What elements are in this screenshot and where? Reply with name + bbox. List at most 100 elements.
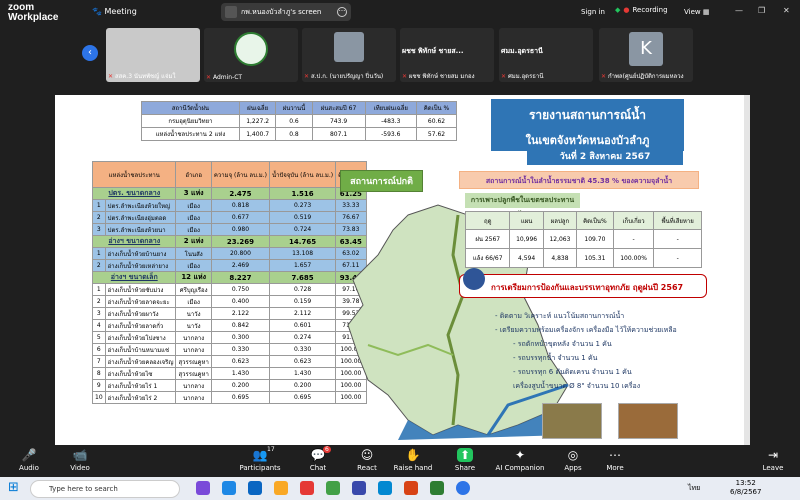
table-cell: อ่างเก็บน้ำบ้านหนามแช่ <box>104 343 177 356</box>
participant-tile[interactable]: ✕ ส.ป.ก. (นายปรัญญา ปิ่นวัน) <box>302 28 396 82</box>
table-cell: อ่างเก็บน้ำห้วยไร่ 1 <box>104 379 177 392</box>
header-cell: พื้นที่เสียหาย <box>653 211 702 230</box>
table-cell: 2 <box>92 295 106 308</box>
table-cell: อ่างเก็บน้ำห้วยผาวัง <box>104 307 177 320</box>
prep-line: - รถบรรทุก 6 ตันติดเครน จำนวน 1 คัน <box>513 368 632 376</box>
table-cell: 2 <box>92 211 106 224</box>
count-badge: 17 <box>267 446 275 453</box>
table-cell: อ่างเก็บน้ำห้วยบ้านยาง <box>104 247 177 260</box>
recording-indicator[interactable]: ◆ ● Recording <box>615 6 668 14</box>
toolbar-more[interactable]: ⋯ More <box>590 448 640 472</box>
taskbar-clock[interactable]: 13:52 6/8/2567 <box>730 479 761 497</box>
restore-icon[interactable]: ❐ <box>758 6 765 15</box>
gear-hand-icon <box>463 268 485 290</box>
toolbar-label: Participants <box>239 464 281 472</box>
table-cell: อ่างเก็บน้ำห้วยไซ <box>104 367 177 380</box>
view-button[interactable]: View ▦ <box>684 8 709 16</box>
app-icon[interactable] <box>378 481 392 495</box>
table-row: อ่างฯ ขนาดเล็ก 12 แห่ง 8.227 7.685 93.41 <box>91 271 367 284</box>
table-cell: 109.70 <box>576 229 614 249</box>
table-row: 2 อ่างเก็บน้ำห้วยลาดจะยะ เมือง 0.400 0.159 39… <box>92 295 367 308</box>
more-options-icon[interactable]: ··· <box>337 7 347 17</box>
header-cell: เก็บเกี่ยว <box>612 211 655 230</box>
minimize-icon[interactable]: — <box>735 6 743 15</box>
toolbar-video[interactable]: 📹 Video <box>55 448 105 472</box>
table-cell: 0.623 <box>268 355 337 368</box>
toolbar-participants[interactable]: 👥 Participants 17 <box>235 446 285 472</box>
table-cell: 0.818 <box>210 199 271 212</box>
lang-indicator[interactable]: ไทย <box>688 483 700 494</box>
participant-tile[interactable]: ✕ Admin-CT <box>204 28 298 82</box>
powerpoint-icon[interactable] <box>404 481 418 495</box>
teams-icon[interactable] <box>352 481 366 495</box>
toolbar-share[interactable]: ⬆ Share <box>440 448 490 472</box>
participant-label: ✕ ผชช พิทักษ์ ชายสม มกอง <box>402 71 475 81</box>
folder-icon[interactable] <box>274 481 288 495</box>
share-icon: ⬆ <box>457 448 473 462</box>
truck-photo <box>618 403 678 439</box>
table-cell: 13.108 <box>268 247 337 260</box>
shared-screen: สถานีวัดน้ำฝน ฝนเฉลี่ย ฝนวานนี้ ฝนสะสมปี 67… <box>55 95 745 445</box>
share-title-pill[interactable]: กพ.หนองบัวลำภู's screen ··· <box>221 3 351 21</box>
table-row: 5 อ่างเก็บน้ำห้วยโปงซาง นากลาง 0.300 0.274 91… <box>92 331 367 344</box>
edge-icon[interactable] <box>222 481 236 495</box>
share-badge-icon <box>225 6 237 18</box>
participant-tile[interactable]: ✕ สสค.3 นันทพัชญ์ แจ่มใ <box>106 28 200 82</box>
prep-line: เครื่องสูบน้ำขนาด Ø 8" จำนวน 10 เครื่อง <box>513 382 641 390</box>
table-cell: ฝน 2567 <box>464 229 511 249</box>
sign-in-link[interactable]: Sign in <box>581 8 605 16</box>
mic-off-icon: ✕ <box>304 73 310 80</box>
shield-icon: ◆ <box>615 6 621 14</box>
table-cell: 2.112 <box>268 307 337 320</box>
toolbar-label: Apps <box>564 464 582 472</box>
report-date: วันที่ 2 สิงหาคม 2567 <box>527 149 683 165</box>
table-cell: 743.9 <box>311 114 366 128</box>
table-cell: 100.00% <box>612 248 655 268</box>
camera-icon: 📹 <box>72 448 88 462</box>
participant-tile[interactable]: ผชช พิทักษ์ ชายส... ✕ ผชช พิทักษ์ ชายสม ม… <box>400 28 494 82</box>
table-row: 8 อ่างเก็บน้ำห้วยไซ สุวรรณคูหา 1.430 1.430 10… <box>92 367 367 380</box>
rain-table: สถานีวัดน้ำฝน ฝนเฉลี่ย ฝนวานนี้ ฝนสะสมปี 67… <box>141 101 457 141</box>
mic-off-icon: ✕ <box>501 73 507 80</box>
table-row: 1 อ่างเก็บน้ำห้วยบ้านยาง โนนสัง 20.800 13.10… <box>92 247 367 260</box>
taskview-icon[interactable] <box>196 481 210 495</box>
storage-banner: สถานการณ์น้ำในลำน้ำธรรมชาติ 45.38 % ของค… <box>459 171 699 189</box>
participant-tile[interactable]: K ✕ กำพล(ศูนย์ปฏิบัติการผมหลวง <box>599 28 693 82</box>
meeting-label[interactable]: 🐾 Meeting <box>92 7 137 16</box>
participant-name: Admin-CT <box>212 74 243 81</box>
table-cell: 3 แห่ง <box>175 187 212 200</box>
zoom-icon[interactable] <box>456 481 470 495</box>
chrome-icon[interactable] <box>326 481 340 495</box>
taskbar-search-input[interactable]: Type here to search <box>30 480 180 498</box>
table-cell: 1,227.2 <box>238 114 277 128</box>
table-cell: 10 <box>92 391 106 404</box>
toolbar-chat[interactable]: 💬 Chat 6 <box>293 446 343 472</box>
header-cell: คิดเป็น % <box>416 101 457 115</box>
toolbar-leave[interactable]: ⇥ Leave <box>748 448 798 472</box>
table-cell: 0.980 <box>210 223 271 236</box>
scrollbar[interactable] <box>744 95 750 445</box>
close-icon[interactable]: ✕ <box>783 6 790 15</box>
firefox-icon[interactable] <box>300 481 314 495</box>
participant-label: ✕ สสค.3 นันทพัชญ์ แจ่มใ <box>108 71 175 81</box>
mail-icon[interactable] <box>248 481 262 495</box>
table-cell: - <box>612 229 655 249</box>
report-title: รายงานสถานการณ์น้ำ <box>491 99 684 131</box>
toolbar-ai-companion[interactable]: ✦ AI Companion <box>495 448 545 472</box>
toolbar-raise-hand[interactable]: ✋ Raise hand <box>388 448 438 472</box>
table-cell: นากลาง <box>175 343 212 356</box>
table-cell: -593.6 <box>364 127 418 141</box>
toolbar-react[interactable]: ☺ React <box>342 448 392 472</box>
table-cell: 12 แห่ง <box>175 271 212 284</box>
windows-start-icon[interactable]: ⊞ <box>8 481 22 495</box>
prev-page-button[interactable]: ‹ <box>82 45 98 61</box>
toolbar-audio[interactable]: 🎤 Audio <box>4 448 54 472</box>
participant-tile[interactable]: ศมม.อุดรธานี ✕ ศมม.อุดรธานี <box>499 28 593 82</box>
toolbar-label: More <box>606 464 624 472</box>
excel-icon[interactable] <box>430 481 444 495</box>
table-cell: นาวัง <box>175 307 212 320</box>
table-cell: 57.62 <box>416 127 457 141</box>
table-cell: เมือง <box>175 211 212 224</box>
table-cell: 5 <box>92 331 106 344</box>
header-cell: เทียบฝนเฉลี่ย <box>364 101 418 115</box>
